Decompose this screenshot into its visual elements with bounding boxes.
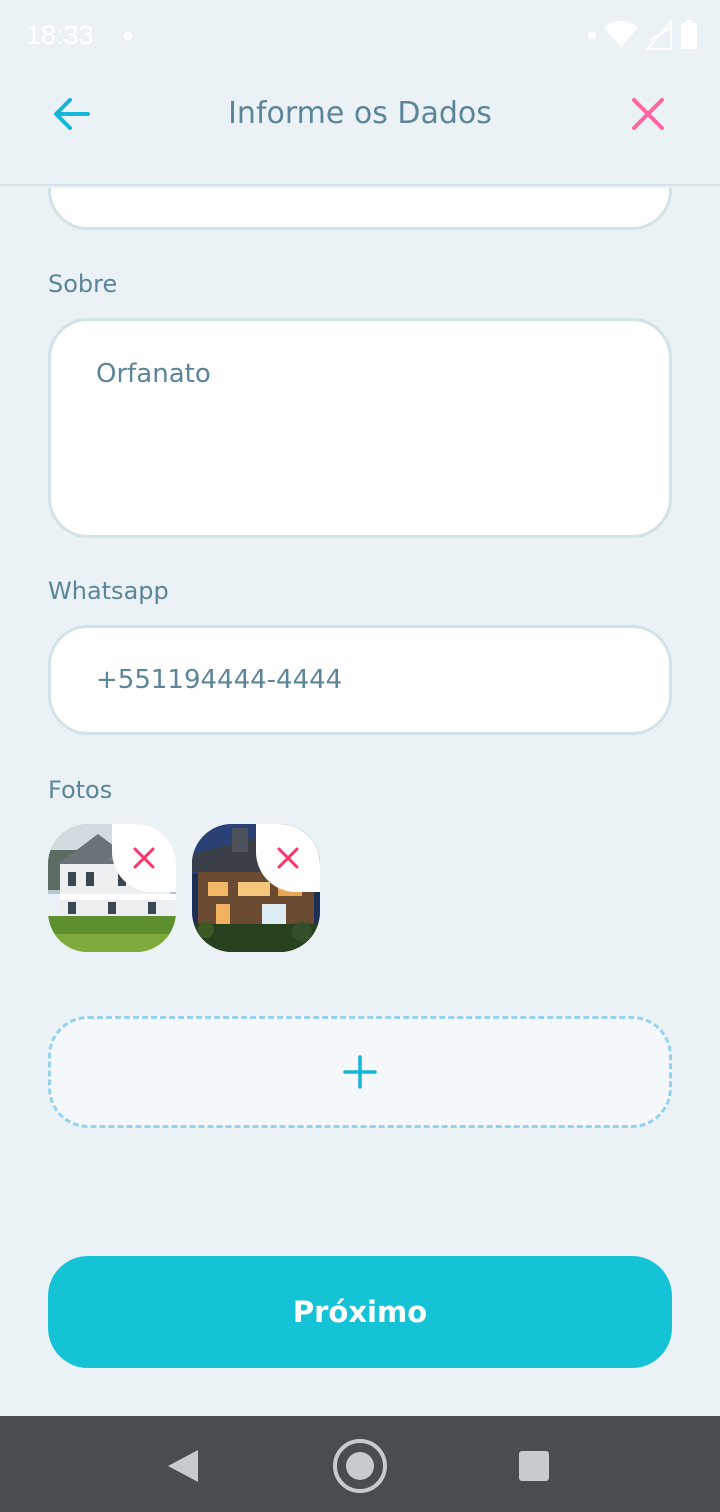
about-label: Sobre [48,270,118,298]
status-icons [588,20,698,50]
home-circle-icon[interactable] [332,1438,388,1494]
recents-square-icon[interactable] [506,1438,562,1494]
about-textarea[interactable]: Orfanato [48,318,672,538]
photos-label: Fotos [48,776,113,804]
close-icon [133,847,155,869]
page-title: Informe os Dados [228,96,492,131]
notification-dot-icon [124,32,132,40]
whatsapp-input[interactable]: +551194444-4444 [48,625,672,735]
system-nav-bar [0,1416,720,1512]
plus-icon [343,1055,377,1089]
form-content[interactable]: Sobre Orfanato Whatsapp +551194444-4444 … [0,188,720,1416]
status-bar: 18:33 [0,0,720,72]
name-input[interactable] [48,188,672,230]
next-button[interactable]: Próximo [48,1256,672,1368]
back-triangle-icon[interactable] [154,1438,210,1494]
wifi-icon [604,21,638,48]
close-icon [277,847,299,869]
status-time: 18:33 [26,20,94,50]
add-photo-button[interactable] [48,1016,672,1128]
photo-thumbnail [192,824,320,952]
app-header: Informe os Dados [0,72,720,186]
whatsapp-label: Whatsapp [48,577,169,605]
signal-icon [646,20,672,50]
close-icon[interactable] [626,92,670,136]
about-value: Orfanato [96,359,211,389]
photo-thumbnail [48,824,176,952]
small-dot-icon [588,31,596,39]
whatsapp-value: +551194444-4444 [96,665,343,695]
battery-icon [681,20,697,49]
